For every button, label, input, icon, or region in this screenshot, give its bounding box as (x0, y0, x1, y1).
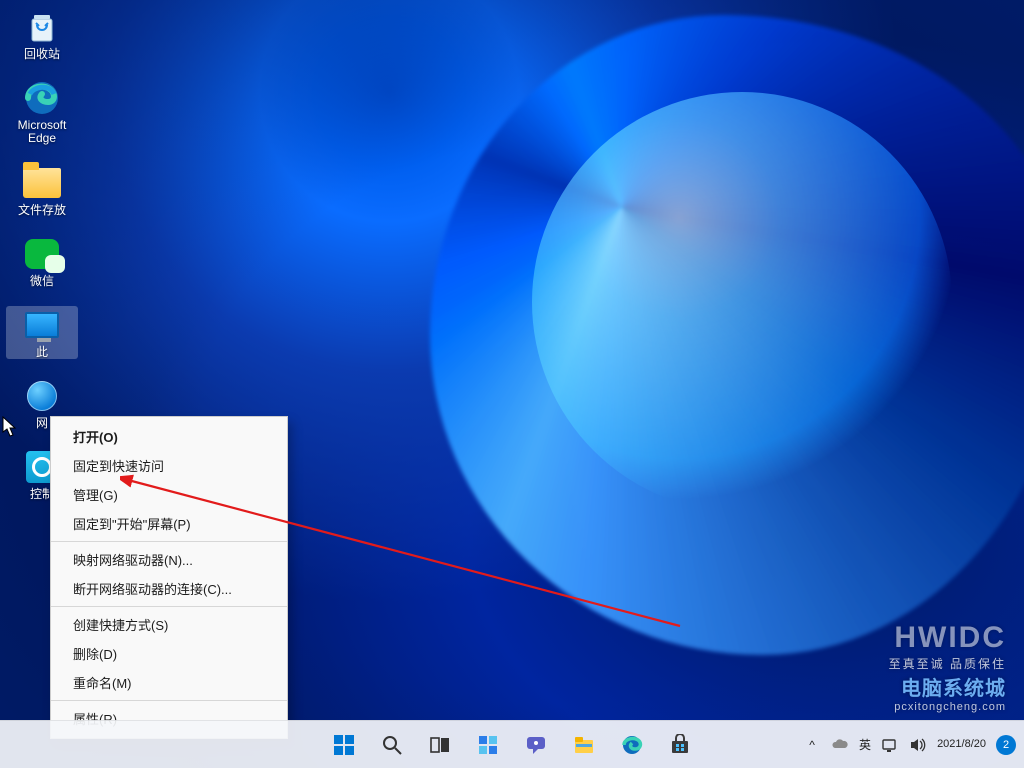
taskbar-chat[interactable] (517, 726, 555, 764)
tray-ime-indicator[interactable]: 英 (859, 736, 871, 753)
taskbar-task-view[interactable] (421, 726, 459, 764)
desktop-icon-label: 此 (36, 346, 48, 359)
tray-chevron-up-icon[interactable]: ^ (803, 736, 821, 754)
watermark-url: pcxitongcheng.com (889, 701, 1006, 713)
store-icon (669, 734, 691, 756)
edge-icon (621, 734, 643, 756)
menu-item-manage[interactable]: 管理(G) (51, 480, 287, 509)
taskbar-edge[interactable] (613, 726, 651, 764)
context-menu: 打开(O) 固定到快速访问 管理(G) 固定到"开始"屏幕(P) 映射网络驱动器… (50, 416, 288, 739)
watermark-site: 电脑系统城 (889, 672, 1006, 701)
desktop-icon-edge[interactable]: Microsoft Edge (6, 79, 78, 145)
menu-item-rename[interactable]: 重命名(M) (51, 668, 287, 697)
network-icon (23, 377, 61, 415)
taskbar-explorer[interactable] (565, 726, 603, 764)
desktop-icon-label: 网 (36, 417, 48, 430)
menu-item-delete[interactable]: 删除(D) (51, 639, 287, 668)
windows-start-icon (333, 734, 355, 756)
system-tray: ^ 英 2021/8/20 2 (803, 721, 1016, 768)
taskbar-store[interactable] (661, 726, 699, 764)
wechat-icon (23, 235, 61, 273)
search-icon (381, 734, 403, 756)
folder-icon (23, 164, 61, 202)
desktop-icon-label: Microsoft Edge (6, 119, 78, 145)
start-button[interactable] (325, 726, 363, 764)
task-view-icon (429, 734, 451, 756)
menu-item-disconnect-drive[interactable]: 断开网络驱动器的连接(C)... (51, 574, 287, 603)
taskbar-search[interactable] (373, 726, 411, 764)
recycle-bin-icon (23, 8, 61, 46)
file-explorer-icon (573, 734, 595, 756)
this-pc-icon (23, 306, 61, 344)
desktop-icon-this-pc[interactable]: 此 (6, 306, 78, 359)
tray-onedrive-icon[interactable] (831, 736, 849, 754)
tray-notification-badge[interactable]: 2 (996, 735, 1016, 755)
widgets-icon (477, 734, 499, 756)
chat-icon (525, 734, 547, 756)
edge-icon (23, 79, 61, 117)
desktop-icon-label: 文件存放 (18, 204, 66, 217)
watermark-subtitle: 至真至诚 品质保住 (889, 655, 1006, 672)
watermark-title: HWIDC (889, 621, 1006, 655)
taskbar: ^ 英 2021/8/20 2 (0, 720, 1024, 768)
desktop-icon-recycle-bin[interactable]: 回收站 (6, 8, 78, 61)
menu-item-map-drive[interactable]: 映射网络驱动器(N)... (51, 545, 287, 574)
menu-item-open[interactable]: 打开(O) (51, 422, 287, 451)
desktop-icon-label: 微信 (30, 275, 54, 288)
tray-volume-icon[interactable] (909, 736, 927, 754)
desktop-icon-label: 回收站 (24, 48, 60, 61)
menu-item-pin-start[interactable]: 固定到"开始"屏幕(P) (51, 509, 287, 538)
watermark: HWIDC 至真至诚 品质保住 电脑系统城 pcxitongcheng.com (889, 621, 1006, 713)
tray-clock[interactable]: 2021/8/20 (937, 738, 986, 750)
menu-item-create-shortcut[interactable]: 创建快捷方式(S) (51, 610, 287, 639)
taskbar-center-items (325, 726, 699, 764)
taskbar-widgets[interactable] (469, 726, 507, 764)
desktop-icon-folder[interactable]: 文件存放 (6, 164, 78, 217)
menu-item-pin-quickaccess[interactable]: 固定到快速访问 (51, 451, 287, 480)
tray-network-icon[interactable] (881, 736, 899, 754)
desktop-icon-wechat[interactable]: 微信 (6, 235, 78, 288)
